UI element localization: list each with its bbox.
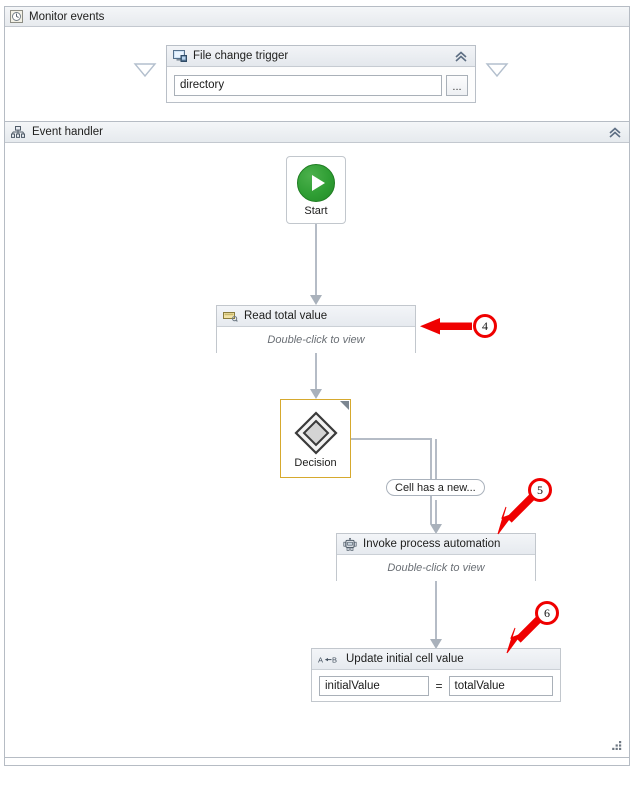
read-total-value-hint: Double-click to view [267, 334, 365, 346]
chevron-up-icon[interactable] [608, 126, 622, 140]
read-total-value-body[interactable]: Double-click to view [217, 327, 415, 353]
read-total-value-node[interactable]: Read total value Double-click to view [216, 305, 416, 353]
directory-input[interactable]: directory [174, 74, 442, 96]
selection-corner-icon [340, 401, 349, 410]
assign-ab-icon: A B [318, 654, 340, 665]
file-change-trigger-title: File change trigger [193, 50, 289, 62]
start-node[interactable]: Start [286, 156, 346, 224]
invoke-process-automation-body[interactable]: Double-click to view [337, 555, 535, 581]
decision-node-label: Decision [294, 456, 337, 469]
resize-grip[interactable] [611, 739, 623, 751]
invoke-process-automation-hint: Double-click to view [387, 562, 485, 574]
callout-6: 6 [505, 601, 567, 659]
monitor-events-title: Monitor events [29, 10, 105, 23]
branch-condition-label[interactable]: Cell has a new... [386, 479, 485, 496]
callout-5: 5 [496, 478, 558, 538]
callout-5-badge: 5 [528, 478, 552, 502]
total-value-field[interactable]: totalValue [448, 675, 553, 696]
file-change-trigger-header: File change trigger [167, 46, 475, 67]
invoke-process-automation-title: Invoke process automation [363, 538, 501, 550]
callout-4-badge: 4 [473, 314, 497, 338]
event-handler-header: Event handler [5, 122, 629, 143]
right-drop-triangle [485, 63, 509, 78]
read-total-value-title: Read total value [244, 310, 328, 322]
invoke-process-automation-node[interactable]: Invoke process automation Double-click t… [336, 533, 536, 581]
green-play-icon [297, 163, 335, 202]
browse-button[interactable]: ... [446, 74, 468, 96]
assignment-operator: = [435, 678, 443, 693]
left-drop-triangle [133, 63, 157, 78]
read-cell-icon [223, 311, 238, 322]
workflow-canvas: Monitor events File change trigger direc… [0, 0, 635, 790]
clock-icon [10, 10, 23, 23]
update-initial-cell-value-title: Update initial cell value [346, 653, 464, 665]
svg-text:B: B [332, 655, 337, 664]
event-handler-title: Event handler [32, 126, 103, 138]
update-initial-cell-value-body: initialValue = totalValue [312, 670, 560, 701]
callout-6-badge: 6 [535, 601, 559, 625]
svg-text:A: A [318, 655, 323, 664]
robot-icon [343, 537, 357, 551]
org-chart-icon [11, 125, 25, 139]
decision-node[interactable]: Decision [280, 399, 351, 478]
monitor-screen-icon [173, 49, 187, 63]
file-change-trigger-card[interactable]: File change trigger directory ... [166, 45, 476, 103]
read-total-value-header: Read total value [217, 306, 415, 327]
monitor-events-header: Monitor events [5, 7, 629, 27]
file-change-trigger-body: directory ... [167, 67, 475, 103]
callout-4: 4 [418, 308, 510, 352]
start-node-label: Start [304, 204, 328, 217]
chevron-up-icon[interactable] [454, 50, 468, 64]
initial-value-field[interactable]: initialValue [319, 675, 430, 696]
diamond-icon [293, 410, 338, 455]
